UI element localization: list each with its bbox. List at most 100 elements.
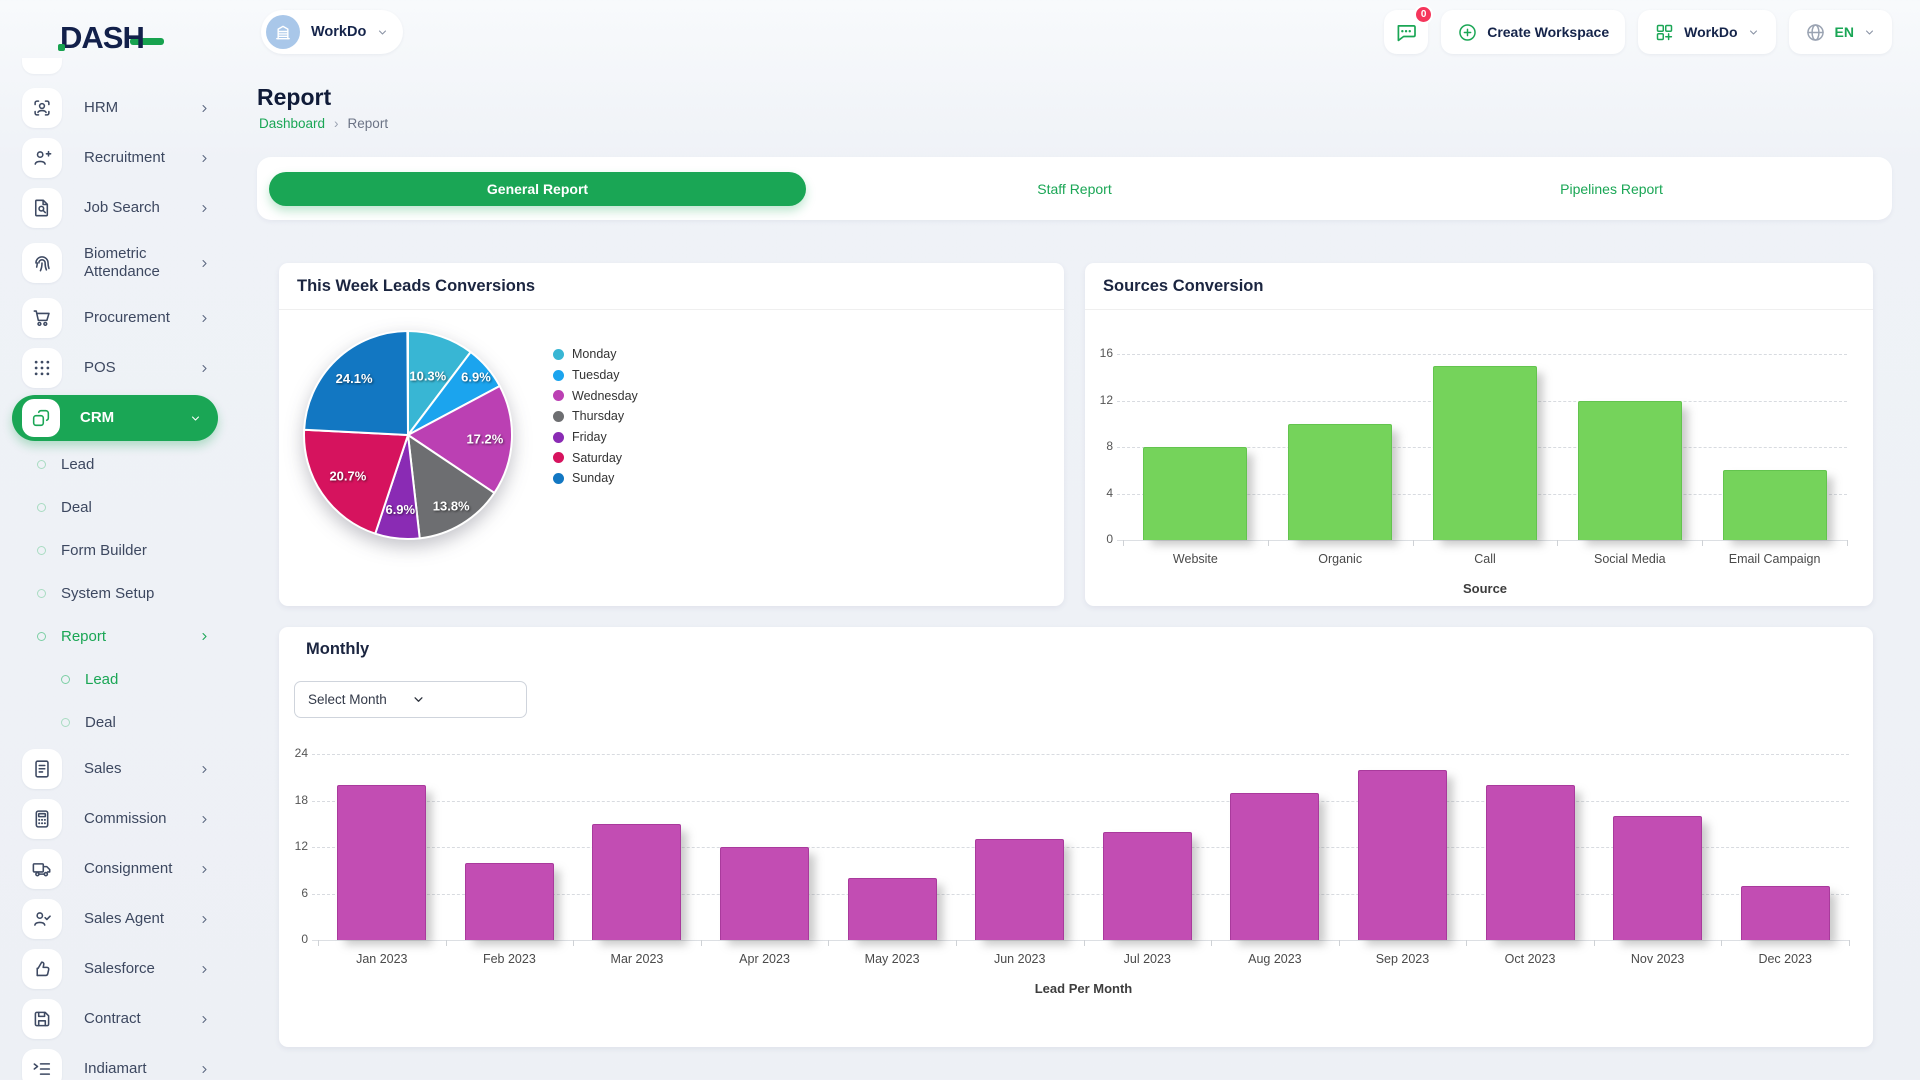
- sidebar-item-salesforce[interactable]: Salesforce: [0, 944, 257, 994]
- x-axis-tick: [1702, 540, 1703, 546]
- legend-item-sunday[interactable]: Sunday: [553, 468, 638, 489]
- x-axis-category-label: Jul 2023: [1124, 952, 1171, 966]
- app-logo[interactable]: DASH: [60, 18, 164, 58]
- sidebar-item-biometric-attendance[interactable]: Biometric Attendance: [0, 233, 257, 293]
- chevron-right-icon: [198, 152, 211, 165]
- sidebar-item-pos[interactable]: POS: [0, 343, 257, 393]
- sidebar-item-label: Sales Agent: [84, 910, 192, 928]
- sidebar-item-label: Deal: [85, 714, 116, 732]
- legend-item-saturday[interactable]: Saturday: [553, 447, 638, 468]
- legend-item-thursday[interactable]: Thursday: [553, 406, 638, 427]
- y-axis-tick-label: 6: [274, 886, 308, 900]
- legend-label: Tuesday: [572, 368, 619, 382]
- sidebar-item-sales[interactable]: Sales: [0, 744, 257, 794]
- sidebar-item-label: Consignment: [84, 860, 192, 878]
- legend-color-dot: [553, 411, 564, 422]
- legend-item-tuesday[interactable]: Tuesday: [553, 365, 638, 386]
- sidebar-item-indiamart[interactable]: Indiamart: [0, 1044, 257, 1080]
- bar-website: [1143, 447, 1247, 540]
- sidebar-item-lead[interactable]: Lead: [0, 658, 257, 701]
- gridline: [312, 940, 1849, 941]
- topbar-actions: 0 Create Workspace WorkDo EN: [1384, 10, 1892, 54]
- biometric-icon: [22, 243, 62, 283]
- sidebar-item-report[interactable]: Report: [0, 615, 257, 658]
- gridline: [312, 801, 1849, 802]
- sidebar-item-label: Recruitment: [84, 149, 192, 167]
- pos-icon: [22, 348, 62, 388]
- create-workspace-label: Create Workspace: [1487, 24, 1609, 40]
- card-title: Sources Conversion: [1085, 263, 1873, 310]
- legend-color-dot: [553, 432, 564, 443]
- tab-pipelines-report[interactable]: Pipelines Report: [1343, 172, 1880, 206]
- legend-label: Thursday: [572, 409, 624, 423]
- bar-call: [1433, 366, 1537, 540]
- workspace-avatar: [266, 15, 300, 49]
- language-selector[interactable]: EN: [1789, 10, 1892, 54]
- indiamart-icon: [22, 1049, 62, 1080]
- sidebar-item-sales-agent[interactable]: Sales Agent: [0, 894, 257, 944]
- legend-color-dot: [553, 473, 564, 484]
- chevron-down-icon: [189, 412, 202, 425]
- breadcrumb: Dashboard › Report: [259, 116, 388, 131]
- sidebar-item-consignment[interactable]: Consignment: [0, 844, 257, 894]
- gridline: [312, 754, 1849, 755]
- chevron-right-icon: [198, 312, 211, 325]
- sidebar-item-partial[interactable]: [22, 58, 62, 74]
- legend-item-wednesday[interactable]: Wednesday: [553, 385, 638, 406]
- sidebar-item-procurement[interactable]: Procurement: [0, 293, 257, 343]
- x-axis-tick: [1847, 540, 1848, 546]
- sidebar-item-label: Report: [61, 628, 106, 646]
- sidebar-item-form-builder[interactable]: Form Builder: [0, 529, 257, 572]
- sidebar-item-label: CRM: [80, 409, 188, 427]
- bar-sep-2023: [1358, 770, 1447, 941]
- sidebar-item-crm[interactable]: CRM: [12, 395, 218, 441]
- workspace-switcher-button[interactable]: WorkDo: [1638, 10, 1775, 54]
- legend-item-monday[interactable]: Monday: [553, 344, 638, 365]
- sidebar-item-job-search[interactable]: Job Search: [0, 183, 257, 233]
- bullet-icon: [37, 632, 46, 641]
- y-axis-tick-label: 12: [274, 839, 308, 853]
- sidebar-item-lead[interactable]: Lead: [0, 443, 257, 486]
- sidebar-item-label: Contract: [84, 1010, 192, 1028]
- sidebar-item-deal[interactable]: Deal: [0, 486, 257, 529]
- x-axis-category-label: Nov 2023: [1631, 952, 1685, 966]
- weekly-leads-card: This Week Leads Conversions 10.3%6.9%17.…: [279, 263, 1064, 606]
- legend-color-dot: [553, 349, 564, 360]
- sidebar-item-system-setup[interactable]: System Setup: [0, 572, 257, 615]
- y-axis-tick-label: 4: [1079, 486, 1113, 500]
- breadcrumb-dashboard-link[interactable]: Dashboard: [259, 116, 325, 131]
- sidebar-item-contract[interactable]: Contract: [0, 994, 257, 1044]
- globe-icon: [1805, 22, 1826, 43]
- x-axis-category-label: Dec 2023: [1758, 952, 1812, 966]
- select-month-dropdown[interactable]: Select Month: [294, 681, 527, 718]
- bar-mar-2023: [592, 824, 681, 940]
- tab-general-report[interactable]: General Report: [269, 172, 806, 206]
- sidebar-item-label: Sales: [84, 760, 192, 778]
- messages-badge: 0: [1414, 5, 1433, 24]
- workspace-selector[interactable]: WorkDo: [261, 10, 403, 54]
- gridline: [1117, 354, 1847, 355]
- x-axis-tick: [1721, 940, 1722, 946]
- chat-icon: [1394, 20, 1418, 44]
- legend-item-friday[interactable]: Friday: [553, 427, 638, 448]
- x-axis-category-label: Jan 2023: [356, 952, 407, 966]
- card-title: Monthly: [306, 640, 369, 659]
- chevron-down-icon: [376, 26, 389, 39]
- bullet-icon: [61, 675, 70, 684]
- x-axis-category-label: Social Media: [1594, 552, 1666, 566]
- sidebar-item-hrm[interactable]: HRM: [0, 83, 257, 133]
- create-workspace-button[interactable]: Create Workspace: [1441, 10, 1625, 54]
- messages-button[interactable]: 0: [1384, 10, 1428, 54]
- plus-circle-icon: [1457, 22, 1478, 43]
- grid-plus-icon: [1654, 22, 1675, 43]
- sidebar-item-commission[interactable]: Commission: [0, 794, 257, 844]
- sales-icon: [22, 749, 62, 789]
- chevron-right-icon: [198, 813, 211, 826]
- sales-agent-icon: [22, 899, 62, 939]
- sidebar-item-recruitment[interactable]: Recruitment: [0, 133, 257, 183]
- sidebar-item-deal[interactable]: Deal: [0, 701, 257, 744]
- hrm-icon: [22, 88, 62, 128]
- pie-slice-value-label: 13.8%: [433, 499, 470, 514]
- tab-staff-report[interactable]: Staff Report: [806, 172, 1343, 206]
- x-axis-tick: [573, 940, 574, 946]
